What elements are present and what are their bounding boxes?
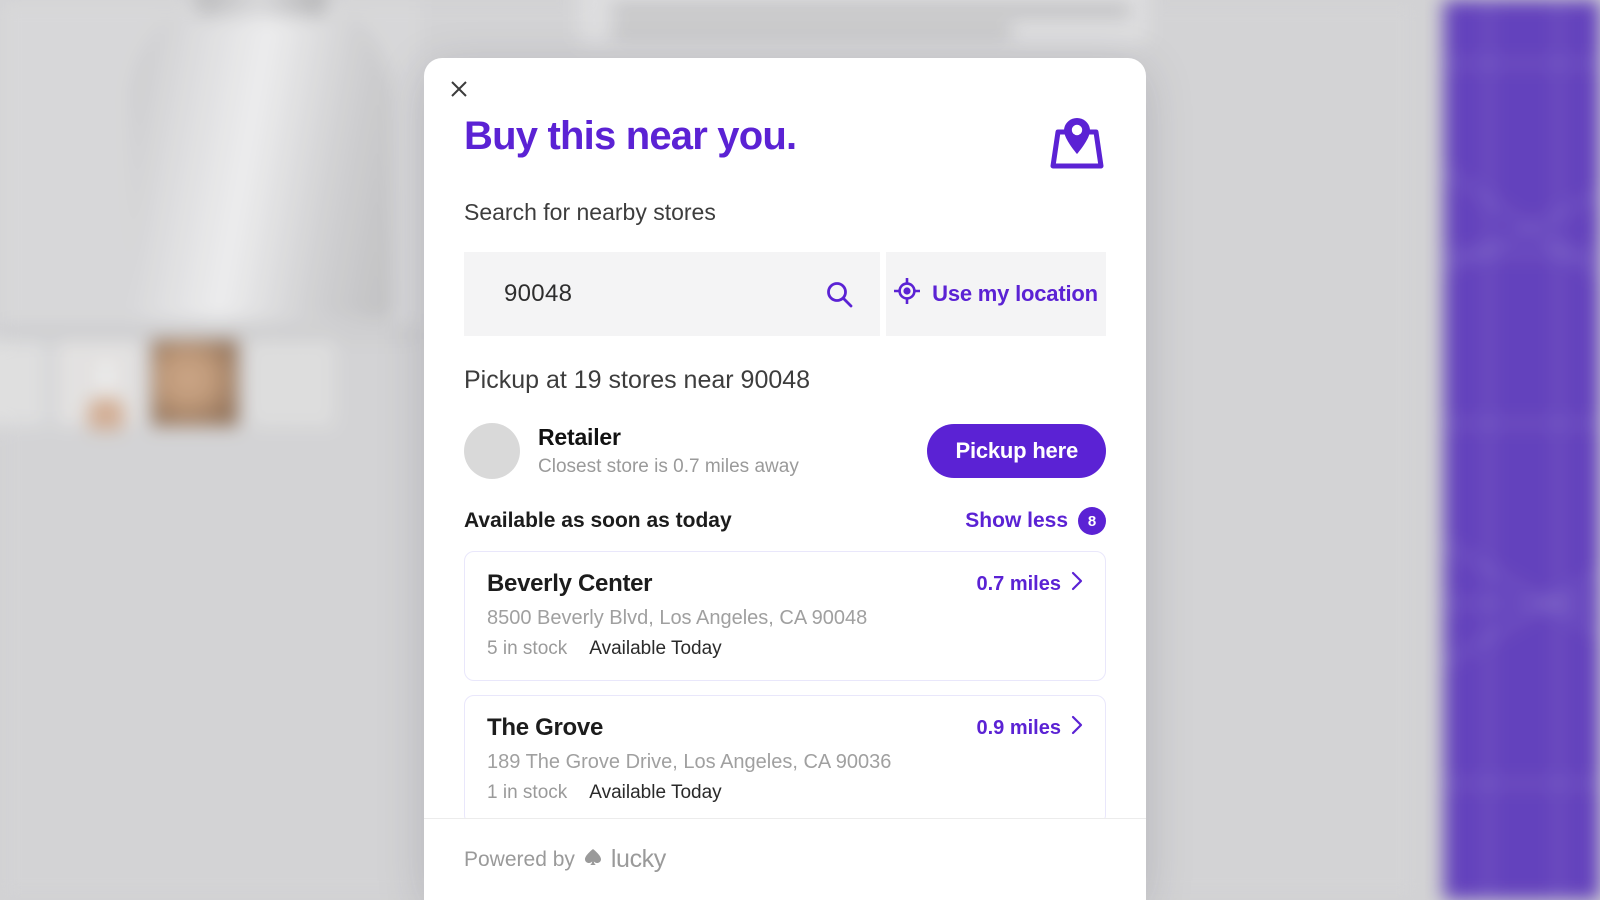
- chevron-right-icon: [1071, 715, 1083, 741]
- powered-by-label: Powered by: [464, 847, 575, 871]
- use-my-location-label: Use my location: [932, 281, 1098, 306]
- store-card-header: Beverly Center 0.7 miles: [487, 570, 1083, 598]
- retailer-logo-placeholder: [464, 423, 520, 479]
- store-card[interactable]: Beverly Center 0.7 miles 8500 Beverly Bl…: [464, 551, 1106, 681]
- store-count-badge: 8: [1078, 507, 1106, 535]
- availability-row: Available as soon as today Show less 8: [464, 507, 1106, 535]
- store-locator-modal: Buy this near you. Search for nearby sto…: [424, 58, 1146, 900]
- page-root: Buy this near you. Search for nearby sto…: [0, 0, 1600, 900]
- title-row: Buy this near you.: [464, 114, 1106, 175]
- retailer-name: Retailer: [538, 424, 621, 450]
- search-row: Use my location: [464, 252, 1106, 336]
- spade-icon: [582, 846, 604, 873]
- modal-footer: Powered by lucky: [424, 818, 1146, 900]
- search-field[interactable]: [464, 252, 880, 336]
- crosshair-location-icon: [893, 277, 921, 310]
- chevron-right-icon: [1071, 571, 1083, 597]
- store-stock-count: 5 in stock: [487, 638, 568, 659]
- lucky-brand-name: lucky: [610, 845, 666, 873]
- store-distance-label: 0.7 miles: [976, 572, 1061, 595]
- store-stock-line: 5 in stock Available Today: [487, 638, 1083, 660]
- store-distance: 0.9 miles: [976, 715, 1083, 741]
- retailer-closest-store: Closest store is 0.7 miles away: [538, 456, 799, 477]
- store-availability: Available Today: [589, 638, 722, 659]
- store-stock-count: 1 in stock: [487, 782, 568, 803]
- store-address: 8500 Beverly Blvd, Los Angeles, CA 90048: [487, 607, 868, 629]
- store-distance: 0.7 miles: [976, 571, 1083, 597]
- show-less-toggle[interactable]: Show less 8: [965, 507, 1106, 535]
- powered-by: Powered by lucky: [464, 845, 666, 874]
- modal-subtitle: Search for nearby stores: [464, 199, 716, 225]
- search-input[interactable]: [504, 280, 814, 308]
- show-less-label: Show less: [965, 509, 1068, 532]
- store-stock-line: 1 in stock Available Today: [487, 782, 1083, 804]
- retailer-meta: Retailer Closest store is 0.7 miles away: [538, 424, 909, 478]
- retailer-row: Retailer Closest store is 0.7 miles away…: [464, 423, 1106, 479]
- page-title: Buy this near you.: [464, 114, 797, 158]
- availability-label: Available as soon as today: [464, 509, 732, 532]
- store-availability: Available Today: [589, 782, 722, 803]
- store-address: 189 The Grove Drive, Los Angeles, CA 900…: [487, 751, 892, 773]
- store-distance-label: 0.9 miles: [976, 716, 1061, 739]
- modal-header: Buy this near you. Search for nearby sto…: [424, 58, 1146, 336]
- store-card[interactable]: The Grove 0.9 miles 189 The Grove Drive,…: [464, 695, 1106, 818]
- use-my-location-button[interactable]: Use my location: [886, 252, 1106, 336]
- modal-body: Pickup at 19 stores near 90048 Retailer …: [424, 336, 1146, 818]
- store-name: The Grove: [487, 714, 603, 741]
- pickup-here-button[interactable]: Pickup here: [927, 424, 1106, 478]
- shopping-bag-pin-icon: [1048, 116, 1106, 175]
- store-card-header: The Grove 0.9 miles: [487, 714, 1083, 742]
- store-list: Beverly Center 0.7 miles 8500 Beverly Bl…: [464, 551, 1106, 818]
- results-heading: Pickup at 19 stores near 90048: [464, 366, 811, 394]
- search-icon[interactable]: [824, 279, 854, 309]
- store-name: Beverly Center: [487, 570, 653, 597]
